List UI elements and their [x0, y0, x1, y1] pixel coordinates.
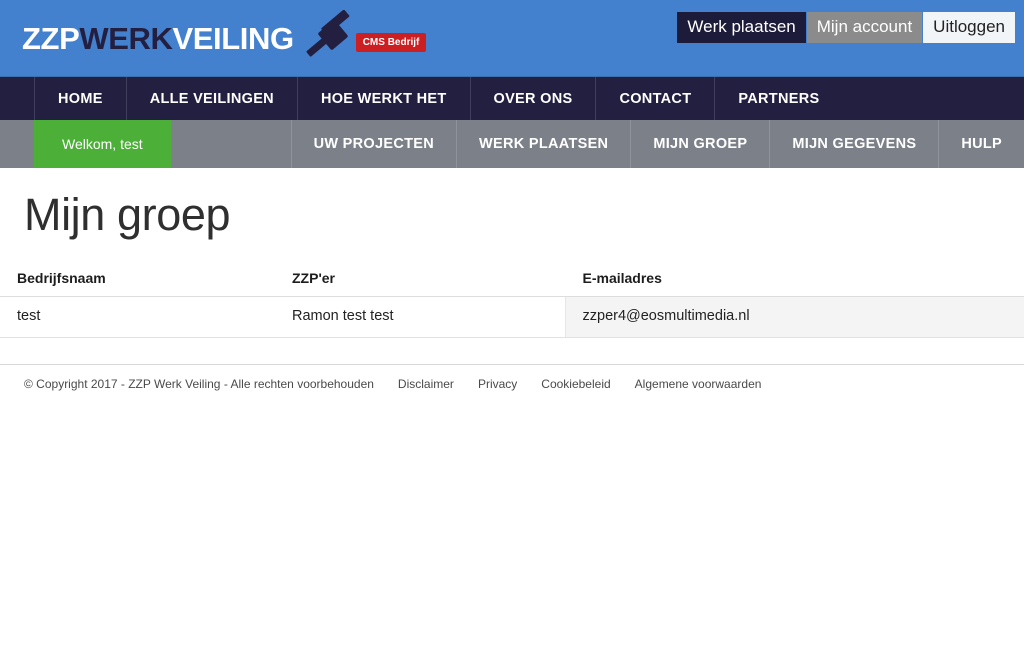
group-members-table: Bedrijfsnaam ZZP'er E-mailadres test Ram… — [0, 261, 1024, 338]
table-head: Bedrijfsnaam ZZP'er E-mailadres — [0, 261, 1024, 297]
header-actions: Werk plaatsen Mijn account Uitloggen — [677, 12, 1015, 44]
column-header-bedrijfsnaam: Bedrijfsnaam — [0, 261, 275, 297]
table-body: test Ramon test test zzper4@eosmultimedi… — [0, 296, 1024, 338]
table-header-row: Bedrijfsnaam ZZP'er E-mailadres — [0, 261, 1024, 297]
footer-link-disclaimer[interactable]: Disclaimer — [398, 377, 454, 391]
uitloggen-button[interactable]: Uitloggen — [923, 12, 1015, 44]
subnav-left-spacer — [0, 120, 34, 168]
nav-item-contact[interactable]: CONTACT — [595, 77, 714, 120]
logo-text-zzp: ZZP — [22, 20, 80, 56]
logo-text-werk: WERK — [79, 20, 173, 56]
subnav-item-mijn-gegevens[interactable]: MIJN GEGEVENS — [769, 120, 938, 168]
welcome-badge: Welkom, test — [34, 120, 171, 168]
nav-item-hoe-werkt-het[interactable]: HOE WERKT HET — [296, 77, 470, 120]
werk-plaatsen-button[interactable]: Werk plaatsen — [677, 12, 806, 44]
gavel-icon — [298, 10, 360, 66]
site-logo[interactable]: ZZPWERKVEILING CMS Bedrijf — [22, 10, 427, 66]
nav-item-partners[interactable]: PARTNERS — [714, 77, 842, 120]
nav-item-over-ons[interactable]: OVER ONS — [469, 77, 596, 120]
footer-link-cookiebeleid[interactable]: Cookiebeleid — [541, 377, 610, 391]
subnav-filler — [171, 120, 291, 168]
main-content: Mijn groep Bedrijfsnaam ZZP'er E-mailadr… — [0, 190, 1024, 391]
cell-email: zzper4@eosmultimedia.nl — [564, 296, 1024, 338]
column-header-zzper: ZZP'er — [275, 261, 565, 297]
nav-left-spacer — [0, 77, 34, 120]
page-title: Mijn groep — [24, 189, 231, 240]
cell-bedrijfsnaam: test — [0, 296, 275, 338]
primary-navigation: HOME ALLE VEILINGEN HOE WERKT HET OVER O… — [0, 76, 1024, 120]
footer-link-privacy[interactable]: Privacy — [478, 377, 517, 391]
table-row[interactable]: test Ramon test test zzper4@eosmultimedi… — [0, 296, 1024, 338]
subnav-item-uw-projecten[interactable]: UW PROJECTEN — [290, 120, 456, 168]
logo-text-veiling: VEILING — [172, 20, 294, 56]
footer-copyright: © Copyright 2017 - ZZP Werk Veiling - Al… — [24, 376, 374, 391]
secondary-navigation: Welkom, test UW PROJECTEN WERK PLAATSEN … — [0, 120, 1024, 168]
footer-link-algemene-voorwaarden[interactable]: Algemene voorwaarden — [635, 377, 762, 391]
nav-item-home[interactable]: HOME — [34, 77, 126, 120]
cms-bedrijf-badge: CMS Bedrijf — [355, 32, 427, 52]
column-header-emailadres: E-mailadres — [565, 261, 1024, 297]
subnav-item-mijn-groep[interactable]: MIJN GROEP — [630, 120, 769, 168]
subnav-item-hulp[interactable]: HULP — [938, 120, 1024, 168]
logo-wordmark: ZZPWERKVEILING — [22, 23, 294, 54]
subnav-item-werk-plaatsen[interactable]: WERK PLAATSEN — [456, 120, 630, 168]
mijn-account-button[interactable]: Mijn account — [806, 12, 923, 44]
site-footer: © Copyright 2017 - ZZP Werk Veiling - Al… — [0, 363, 1024, 391]
site-header: ZZPWERKVEILING CMS Bedrijf Werk plaatsen… — [0, 0, 1024, 76]
cell-zzper: Ramon test test — [275, 296, 565, 338]
nav-item-alle-veilingen[interactable]: ALLE VEILINGEN — [125, 77, 297, 120]
